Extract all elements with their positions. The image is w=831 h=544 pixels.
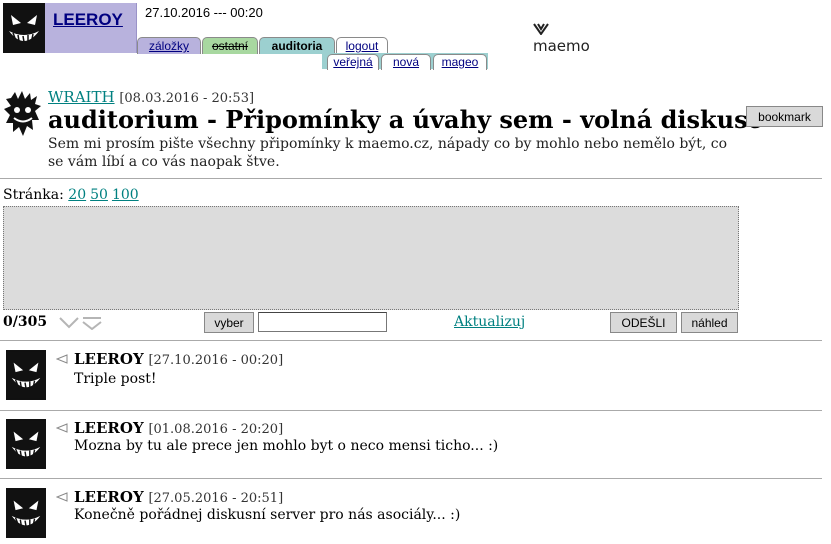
username-text: LEEROY: [53, 10, 123, 29]
choose-button[interactable]: vyber: [204, 312, 254, 333]
message-textarea[interactable]: [3, 206, 739, 310]
post-text: Mozna by tu ale prece jen mohlo byt o ne…: [74, 438, 499, 454]
bookmark-button[interactable]: bookmark: [746, 106, 823, 127]
reply-triangle-icon[interactable]: [56, 423, 68, 433]
post-text: Konečně pořádnej diskusní server pro nás…: [74, 507, 461, 523]
topic-description: Sem mi prosím pište všechny připomínky k…: [48, 136, 728, 170]
page-title: auditorium - Připomínky a úvahy sem - vo…: [48, 105, 763, 134]
post-avatar: [6, 350, 46, 400]
maemo-logo[interactable]: maemo: [533, 19, 590, 55]
scribble-face-icon: [4, 91, 41, 136]
post-avatar: [6, 488, 46, 538]
preview-button[interactable]: náhled: [681, 312, 738, 333]
topic-date: [08.03.2016 - 20:53]: [119, 91, 255, 106]
grinning-face-icon: [6, 351, 46, 399]
divider: [0, 478, 822, 479]
maemo-logo-text: maemo: [533, 37, 590, 55]
post-author[interactable]: LEEROY: [74, 419, 144, 437]
post-date: [01.08.2016 - 20:20]: [148, 422, 284, 437]
maemo-logo-icon: [533, 23, 549, 36]
post-date: [27.10.2016 - 00:20]: [148, 353, 284, 368]
divider: [0, 410, 822, 411]
subtab-verejna[interactable]: veřejná: [327, 54, 379, 70]
user-avatar: [3, 3, 45, 53]
tab-logout[interactable]: logout: [336, 37, 388, 54]
recipient-input[interactable]: [258, 312, 387, 332]
pager: Stránka: 20 50 100: [3, 187, 143, 203]
topic-author-line: WRAITH [08.03.2016 - 20:53]: [48, 88, 254, 106]
post-avatar: [6, 419, 46, 469]
post-header: LEEROY [27.10.2016 - 00:20]: [74, 350, 283, 368]
reply-triangle-icon[interactable]: [56, 492, 68, 502]
topic-author-avatar: [3, 90, 43, 140]
grinning-face-icon: [6, 489, 46, 537]
post-date: [27.05.2016 - 20:51]: [148, 491, 284, 506]
post-header: LEEROY [27.05.2016 - 20:51]: [74, 488, 283, 506]
username-link[interactable]: LEEROY: [45, 3, 137, 53]
subtab-mageo[interactable]: mageo: [433, 54, 487, 70]
divider: [0, 340, 822, 341]
post-author[interactable]: LEEROY: [74, 488, 144, 506]
reply-triangle-icon[interactable]: [56, 354, 68, 364]
char-counter: 0/305: [3, 314, 48, 330]
post-author[interactable]: LEEROY: [74, 350, 144, 368]
grinning-face-icon: [6, 420, 46, 468]
grinning-face-icon: [3, 3, 45, 53]
send-button[interactable]: ODEŠLI: [610, 312, 677, 333]
pager-option-20[interactable]: 20: [68, 187, 86, 203]
tab-auditoria[interactable]: auditoria: [259, 37, 335, 54]
post-text: Triple post!: [74, 371, 157, 387]
current-datetime: 27.10.2016 --- 00:20: [145, 5, 263, 20]
divider: [0, 178, 822, 179]
topic-author-link[interactable]: WRAITH: [48, 88, 115, 106]
header-date-box: 27.10.2016 --- 00:20 maemo: [137, 3, 590, 55]
chevron-down-icon[interactable]: [59, 316, 105, 331]
subtab-nova[interactable]: nová: [381, 54, 431, 70]
arrow-icons[interactable]: [59, 315, 105, 334]
tab-ostatni[interactable]: ostatní: [202, 37, 258, 54]
refresh-link[interactable]: Aktualizuj: [454, 314, 525, 330]
pager-option-100[interactable]: 100: [112, 187, 139, 203]
pager-option-50[interactable]: 50: [90, 187, 108, 203]
post-header: LEEROY [01.08.2016 - 20:20]: [74, 419, 283, 437]
pager-label: Stránka:: [3, 187, 64, 203]
tab-zalozky[interactable]: záložky: [137, 37, 201, 54]
